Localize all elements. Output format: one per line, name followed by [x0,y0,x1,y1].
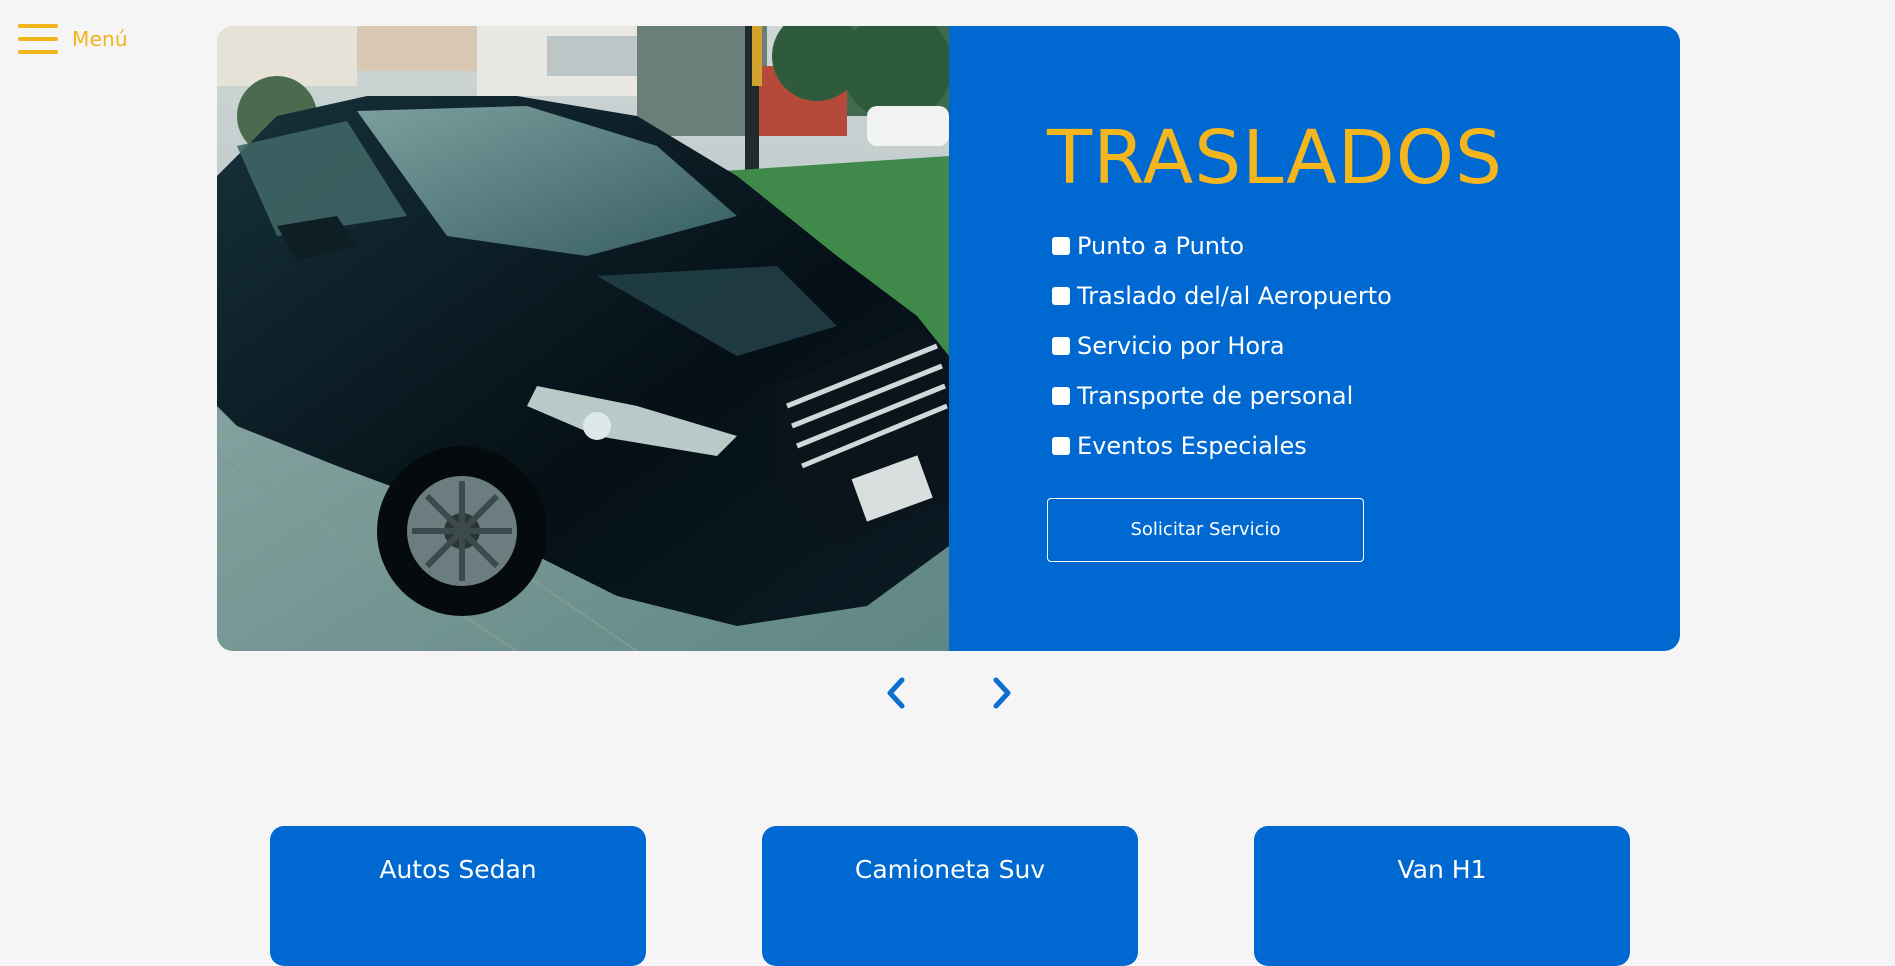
vehicle-card-label: Van H1 [1397,855,1487,884]
checkbox-icon[interactable] [1052,336,1070,355]
vehicle-card-van[interactable]: Van H1 [1254,826,1630,966]
checkbox-icon[interactable] [1052,286,1070,305]
vehicle-card-suv[interactable]: Camioneta Suv [762,826,1138,966]
service-label: Servicio por Hora [1077,331,1285,360]
service-label: Traslado del/al Aeropuerto [1077,281,1392,310]
slide-title: TRASLADOS [1047,115,1503,201]
services-panel: TRASLADOS Punto a Punto Traslado del/al … [949,26,1680,651]
chevron-right-icon[interactable] [986,676,1016,710]
service-label: Eventos Especiales [1077,431,1307,460]
service-item[interactable]: Eventos Especiales [1047,421,1680,471]
service-label: Transporte de personal [1077,381,1354,410]
checkbox-icon[interactable] [1052,236,1070,255]
vehicle-card-label: Camioneta Suv [854,855,1046,884]
checkbox-icon[interactable] [1052,386,1070,405]
request-service-button[interactable]: Solicitar Servicio [1047,497,1364,562]
vehicle-cards: Autos Sedan Camioneta Suv Van H1 [0,826,1895,966]
chevron-left-icon[interactable] [882,676,912,710]
menu-label[interactable]: Menú [72,27,128,51]
car-photo [217,26,949,651]
slider-controls [880,676,1020,712]
service-label: Punto a Punto [1077,231,1245,260]
service-list: Punto a Punto Traslado del/al Aeropuerto… [1047,221,1680,471]
service-item[interactable]: Transporte de personal [1047,371,1680,421]
service-item[interactable]: Traslado del/al Aeropuerto [1047,271,1680,321]
hamburger-icon[interactable] [18,24,58,54]
hero-slider: TRASLADOS Punto a Punto Traslado del/al … [217,26,1680,651]
menu-toggle[interactable]: Menú [18,24,128,54]
vehicle-card-sedan[interactable]: Autos Sedan [270,826,646,966]
vehicle-card-label: Autos Sedan [379,855,537,884]
service-item[interactable]: Servicio por Hora [1047,321,1680,371]
service-item[interactable]: Punto a Punto [1047,221,1680,271]
checkbox-icon[interactable] [1052,436,1070,455]
